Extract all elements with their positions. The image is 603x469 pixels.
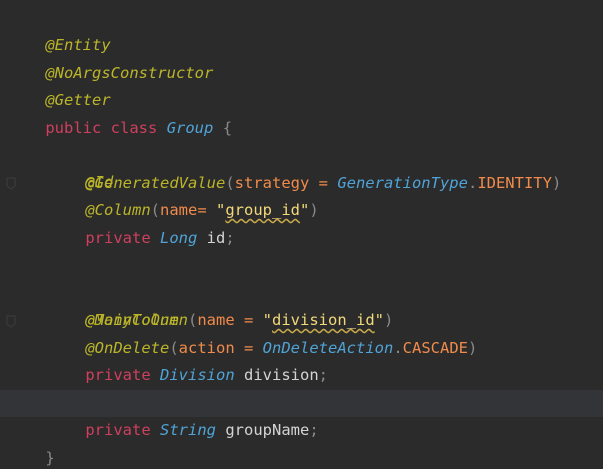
gutter-marker-icon[interactable] — [4, 122, 18, 190]
code-line[interactable]: @JoinColumn(name = "division_id") — [0, 280, 603, 329]
code-line[interactable]: public class Group { — [0, 88, 603, 137]
code-line[interactable]: @Getter — [0, 60, 603, 109]
code-line[interactable]: @Id — [0, 115, 603, 191]
code-line[interactable]: @Entity — [0, 5, 603, 54]
editor-top-edge — [0, 0, 603, 4]
code-editor[interactable]: @Entity @NoArgsConstructor @Getter publi… — [0, 0, 603, 469]
code-line[interactable]: @NoArgsConstructor — [0, 33, 603, 82]
code-line[interactable] — [0, 225, 603, 252]
code-line[interactable] — [0, 363, 603, 390]
code-line[interactable]: } — [0, 418, 603, 467]
code-line-current[interactable]: private String groupName; — [0, 390, 603, 439]
code-line[interactable]: @Column(name= "group_id") — [0, 170, 603, 219]
code-line[interactable]: private Division division; — [0, 335, 603, 384]
code-line[interactable]: @ManyToOne — [0, 253, 603, 329]
code-line[interactable]: @OnDelete(action = OnDeleteAction.CASCAD… — [0, 308, 603, 357]
code-line[interactable]: @GeneratedValue(strategy = GenerationTyp… — [0, 143, 603, 192]
code-line[interactable]: private Long id; — [0, 198, 603, 247]
brace-close: } — [45, 449, 55, 467]
gutter-marker-icon[interactable] — [4, 260, 18, 328]
